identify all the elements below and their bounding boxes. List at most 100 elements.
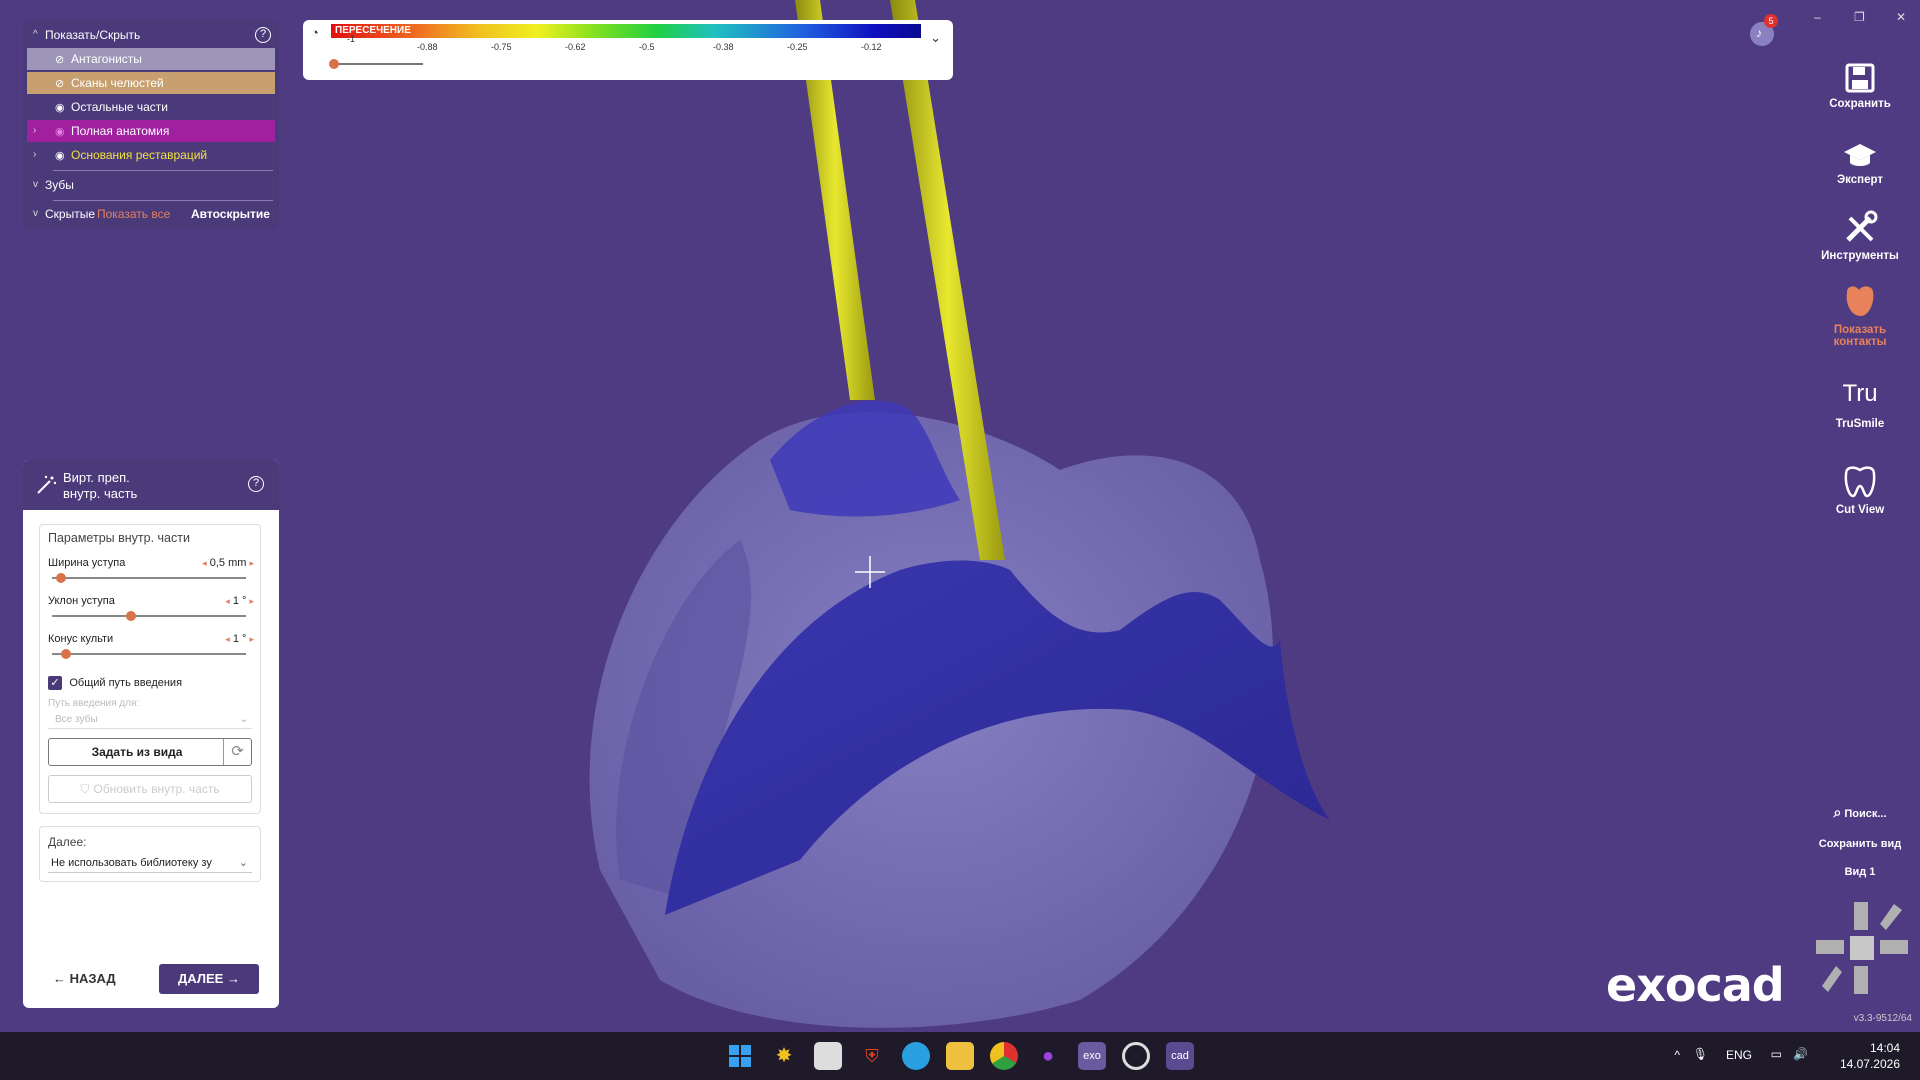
- threshold-slider-track[interactable]: [329, 59, 423, 69]
- right-toolbar: – ❐ ✕ ♪ 5 Сохранить Эксперт Инструменты …: [1750, 0, 1920, 1032]
- slider-shoulder-width[interactable]: Ширина уступа ◂ 0,5 mm ▸: [40, 557, 262, 593]
- eye-icon[interactable]: ◉: [55, 121, 71, 143]
- increment-icon[interactable]: ▸: [249, 558, 254, 568]
- decrement-icon[interactable]: ◂: [202, 558, 207, 568]
- screenshot-app-icon[interactable]: [814, 1042, 842, 1070]
- cut-view-button[interactable]: Cut View: [1800, 464, 1920, 516]
- language-indicator[interactable]: ENG: [1726, 1048, 1752, 1062]
- back-button[interactable]: ← НАЗАД: [53, 964, 116, 994]
- slider-knob[interactable]: [125, 611, 136, 621]
- expert-button[interactable]: Эксперт: [1800, 140, 1920, 186]
- slider-track[interactable]: [52, 611, 246, 621]
- tools-icon: [1846, 210, 1878, 242]
- path-for-select[interactable]: Все зубы ⌄: [48, 711, 252, 729]
- save-button[interactable]: Сохранить: [1800, 62, 1920, 110]
- layer-jaw-scans[interactable]: ⊘ Сканы челюстей: [27, 72, 275, 94]
- slider-value[interactable]: 1 °: [233, 633, 247, 645]
- increment-icon[interactable]: ▸: [249, 596, 254, 606]
- search-button[interactable]: ⌕ Поиск...: [1800, 804, 1920, 821]
- show-hide-title: Показать/Скрыть: [45, 28, 141, 42]
- slider-knob[interactable]: [61, 649, 72, 659]
- clock[interactable]: 14:04 14.07.2026: [1840, 1040, 1900, 1072]
- chevron-down-icon: v: [33, 208, 38, 219]
- slider-knob[interactable]: [55, 573, 66, 583]
- next-step-card: Далее: Не использовать библиотеку зу ⌄: [39, 826, 261, 882]
- chevron-right-icon[interactable]: ›: [33, 144, 36, 166]
- eye-icon[interactable]: ◉: [55, 97, 71, 119]
- trusmile-button[interactable]: Tru TruSmile: [1800, 380, 1920, 430]
- exocad-app-icon[interactable]: exo: [1078, 1042, 1106, 1070]
- color-gradient: ПЕРЕСЕЧЕНИЕ: [331, 24, 921, 38]
- show-hide-header[interactable]: ^ Показать/Скрыть: [27, 24, 275, 46]
- notifications-button[interactable]: ♪ 5: [1750, 14, 1778, 46]
- taskbar: ✸ ⛨ ● exo cad ^ 🎙 ENG ▭ 🔊 14:04 14.07.20…: [0, 1032, 1920, 1080]
- chevron-down-icon: ⌄: [239, 714, 248, 725]
- group-hidden[interactable]: v Скрытые Показать все Автоскрытие: [27, 203, 275, 225]
- file-explorer-icon[interactable]: [946, 1042, 974, 1070]
- refresh-icon[interactable]: ⟳: [223, 739, 251, 765]
- network-icon[interactable]: ▭: [1771, 1047, 1782, 1061]
- colorbar-tick-label: -0.12: [861, 42, 882, 52]
- decrement-icon[interactable]: ◂: [225, 596, 230, 606]
- restore-icon[interactable]: ❐: [1854, 10, 1865, 24]
- show-all-link[interactable]: Показать все: [97, 203, 170, 225]
- help-icon[interactable]: ?: [248, 476, 264, 492]
- show-contacts-button[interactable]: Показать контакты: [1800, 282, 1920, 348]
- sun-app-icon[interactable]: ✸: [770, 1042, 798, 1070]
- graduation-cap-icon: [1844, 144, 1876, 166]
- cad-app-icon[interactable]: cad: [1166, 1042, 1194, 1070]
- virtual-prep-panel: Вирт. преп. внутр. часть ? Параметры вну…: [23, 460, 279, 1008]
- notification-badge: 5: [1764, 14, 1778, 28]
- layer-antagonists[interactable]: ⊘ Антагонисты: [27, 48, 275, 70]
- update-inner-button[interactable]: ⛉ Обновить внутр. часть: [48, 775, 252, 803]
- common-path-checkbox[interactable]: ✓ Общий путь введения: [48, 675, 182, 691]
- set-from-view-button[interactable]: Задать из вида ⟳: [48, 738, 252, 766]
- slider-value[interactable]: 0,5 mm: [210, 557, 247, 569]
- view-1-button[interactable]: Вид 1: [1800, 866, 1920, 878]
- brave-browser-icon[interactable]: ⛨: [858, 1042, 886, 1070]
- next-label: Далее:: [48, 835, 87, 849]
- chevron-down-icon[interactable]: ⌄: [930, 30, 941, 46]
- telegram-icon[interactable]: [902, 1042, 930, 1070]
- checkbox-checked-icon[interactable]: ✓: [48, 675, 62, 690]
- slider-track[interactable]: [52, 573, 246, 583]
- chrome-icon[interactable]: [990, 1042, 1018, 1070]
- path-for-label: Путь введения для:: [48, 698, 140, 709]
- minimize-icon[interactable]: –: [1814, 10, 1821, 24]
- help-icon[interactable]: ?: [255, 27, 271, 43]
- drop-app-icon[interactable]: ●: [1034, 1042, 1062, 1070]
- slider-shoulder-slope[interactable]: Уклон уступа ◂ 1 ° ▸: [40, 595, 262, 631]
- gauge-icon[interactable]: ◔: [311, 25, 319, 40]
- slider-stump-taper[interactable]: Конус культи ◂ 1 ° ▸: [40, 633, 262, 669]
- threshold-slider-knob[interactable]: [329, 59, 339, 69]
- group-teeth[interactable]: v Зубы: [27, 174, 275, 196]
- volume-icon[interactable]: 🔊: [1793, 1047, 1808, 1061]
- chevron-up-icon[interactable]: ^: [1674, 1048, 1680, 1062]
- windows-start-icon[interactable]: [726, 1042, 754, 1070]
- increment-icon[interactable]: ▸: [249, 634, 254, 644]
- microphone-icon[interactable]: 🎙: [1693, 1047, 1708, 1061]
- obs-icon[interactable]: [1122, 1042, 1150, 1070]
- layer-full-anatomy[interactable]: › ◉ Полная анатомия: [27, 120, 275, 142]
- slider-value[interactable]: 1 °: [233, 595, 247, 607]
- layer-restoration-bases[interactable]: › ◉ Основания реставраций: [27, 144, 275, 166]
- bell-icon: ♪: [1756, 26, 1762, 40]
- eye-off-icon[interactable]: ⊘: [55, 49, 71, 71]
- magic-wand-icon: [37, 475, 57, 494]
- next-library-select[interactable]: Не использовать библиотеку зу ⌄: [48, 853, 252, 873]
- contacts-icon: [1846, 286, 1874, 316]
- divider: [53, 200, 273, 201]
- eye-icon[interactable]: ◉: [55, 145, 71, 167]
- tools-button[interactable]: Инструменты: [1800, 210, 1920, 262]
- autohide-button[interactable]: Автоскрытие: [191, 203, 270, 225]
- decrement-icon[interactable]: ◂: [225, 634, 230, 644]
- layer-other-parts[interactable]: ◉ Остальные части: [27, 96, 275, 118]
- save-view-button[interactable]: Сохранить вид: [1800, 838, 1920, 850]
- panel-title-line2: внутр. часть: [63, 486, 138, 501]
- chevron-right-icon[interactable]: ›: [33, 120, 36, 142]
- close-icon[interactable]: ✕: [1896, 10, 1906, 24]
- view-cube-icon[interactable]: [1812, 898, 1912, 998]
- next-button[interactable]: ДАЛЕЕ →: [159, 964, 259, 994]
- slider-track[interactable]: [52, 649, 246, 659]
- eye-off-icon[interactable]: ⊘: [55, 73, 71, 95]
